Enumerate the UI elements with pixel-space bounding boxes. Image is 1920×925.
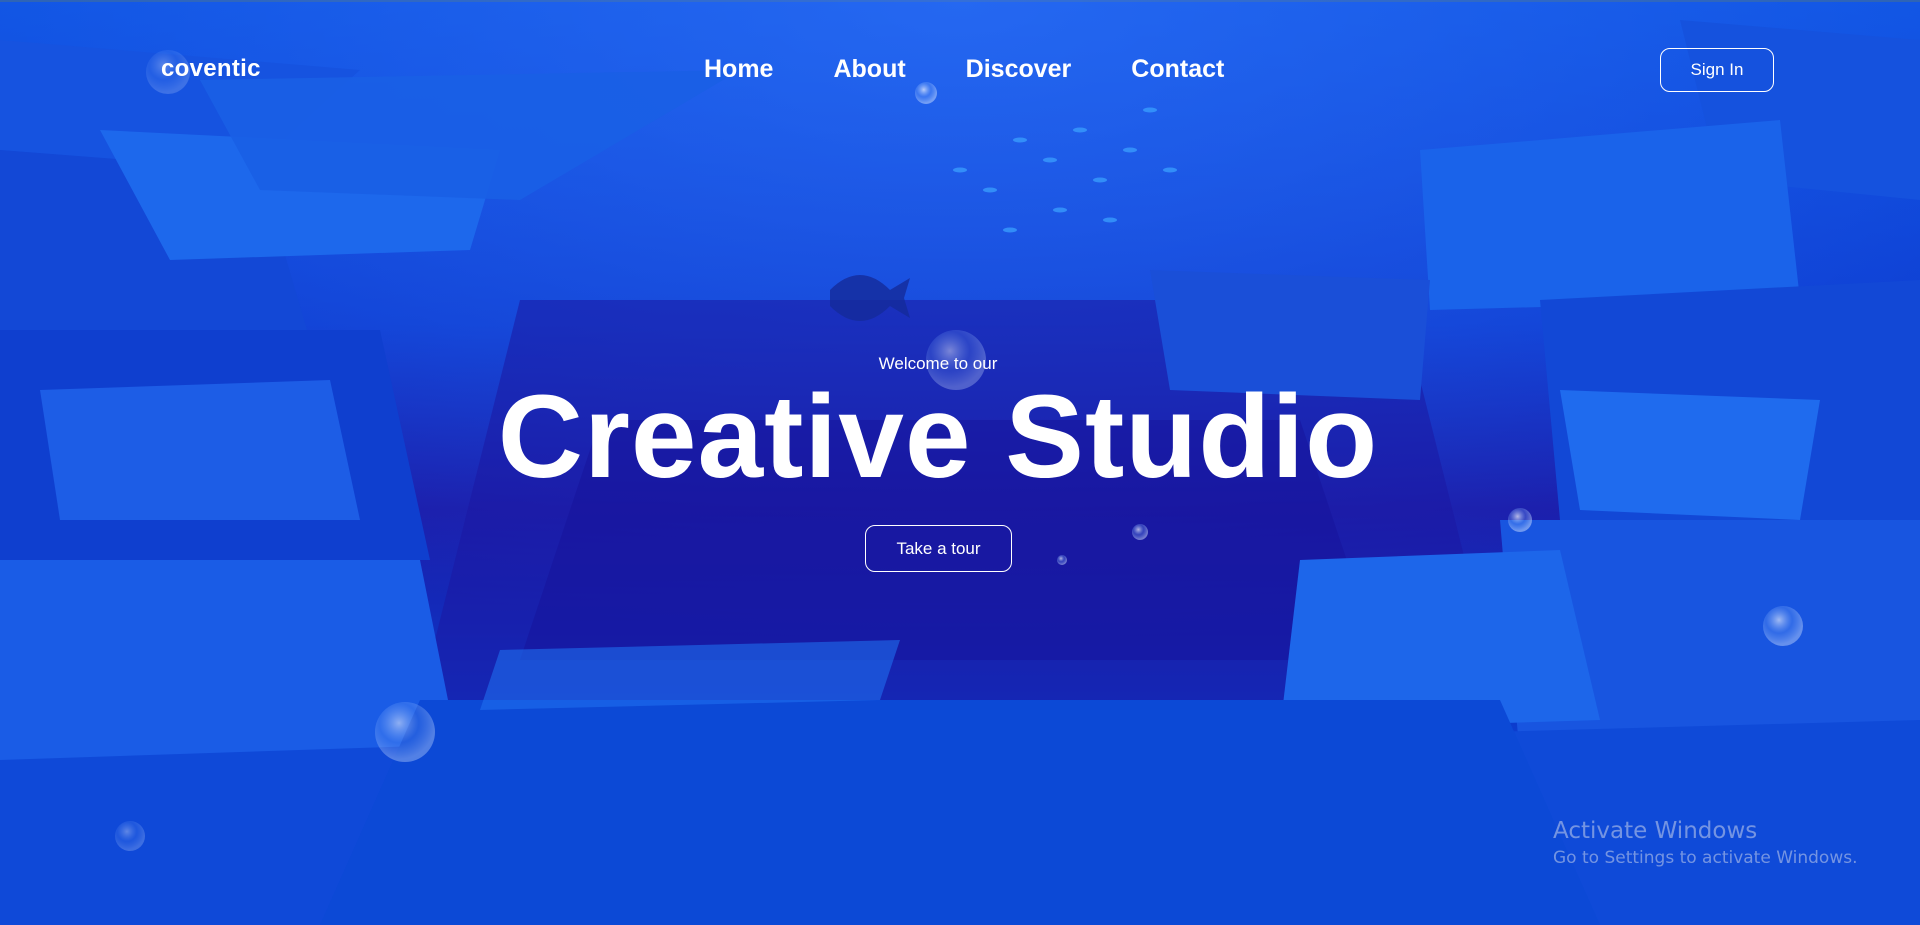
- watermark-title: Activate Windows: [1553, 818, 1758, 844]
- nav-home-link[interactable]: Home: [704, 55, 773, 84]
- watermark-subtitle: Go to Settings to activate Windows.: [1553, 848, 1858, 868]
- take-a-tour-button[interactable]: Take a tour: [865, 525, 1012, 572]
- top-navigation: coventic Home About Discover Contact Sig…: [0, 0, 1920, 110]
- brand-logo[interactable]: coventic: [161, 55, 261, 83]
- sign-in-button[interactable]: Sign In: [1660, 48, 1774, 92]
- landing-page: coventic Home About Discover Contact Sig…: [0, 0, 1920, 925]
- main-menu: Home About Discover Contact: [704, 55, 1224, 84]
- nav-about-link[interactable]: About: [833, 55, 905, 84]
- nav-discover-link[interactable]: Discover: [966, 55, 1072, 84]
- nav-contact-link[interactable]: Contact: [1131, 55, 1224, 84]
- hero-title: Creative Studio: [497, 371, 1379, 503]
- windows-activation-watermark: Activate Windows Go to Settings to activ…: [1553, 818, 1858, 868]
